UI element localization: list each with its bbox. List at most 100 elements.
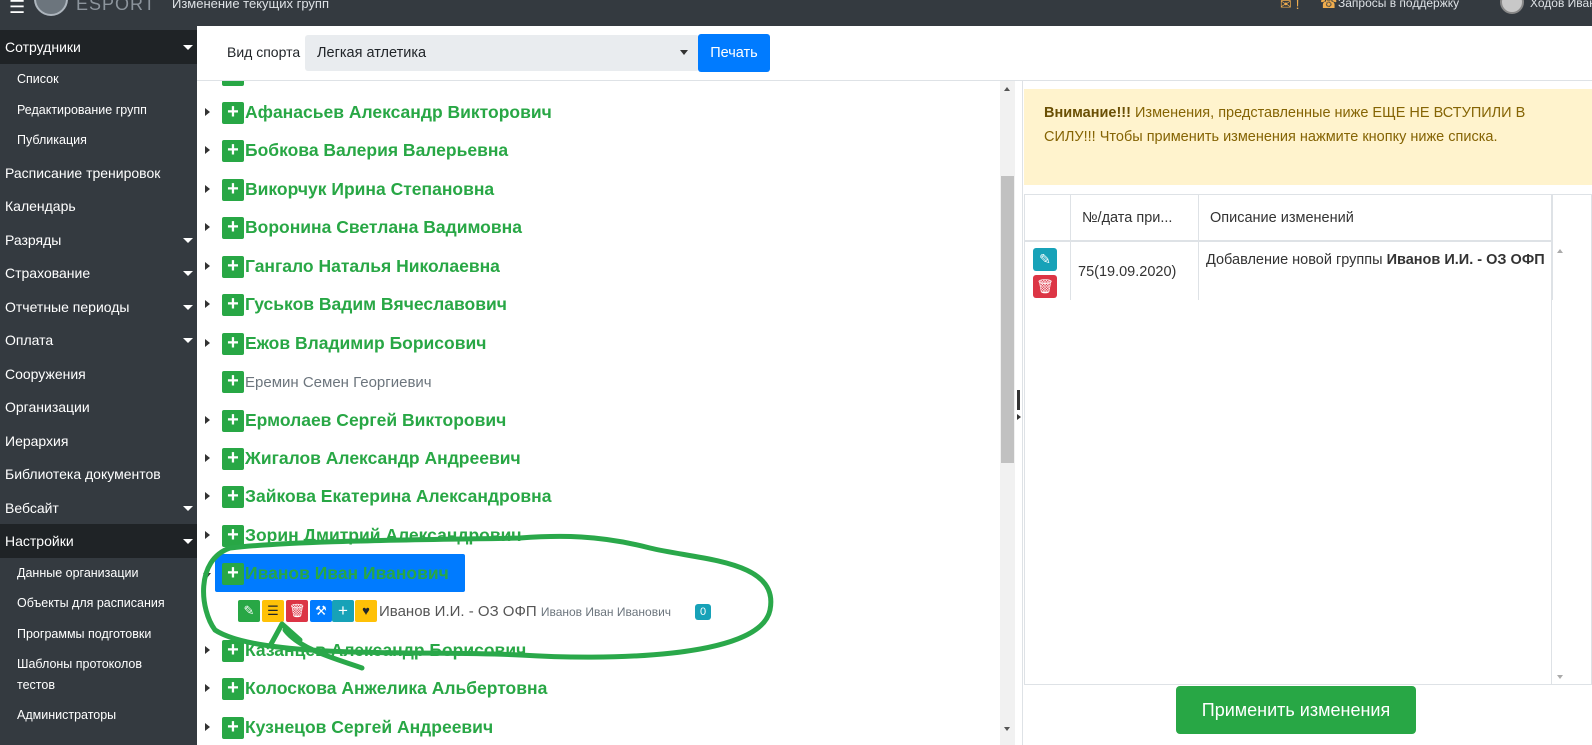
coach-name[interactable]: Ежов Владимир Борисович: [245, 333, 486, 354]
sidebar-subitem-edit-groups[interactable]: Редактирование групп: [0, 100, 197, 121]
expand-icon[interactable]: [205, 262, 210, 270]
sidebar-item-schedule[interactable]: Расписание тренировок: [0, 156, 197, 190]
plus-icon[interactable]: +: [222, 678, 244, 700]
scroll-up-icon[interactable]: [1557, 249, 1563, 253]
sidebar-subitem-publication[interactable]: Публикация: [0, 130, 197, 151]
plus-icon[interactable]: +: [222, 640, 244, 662]
expand-icon[interactable]: [205, 416, 210, 424]
edit-icon[interactable]: ✎: [1033, 248, 1057, 271]
coach-name[interactable]: Зайкова Екатерина Александровна: [245, 486, 551, 507]
plus-icon[interactable]: +: [332, 600, 354, 622]
coach-name[interactable]: Бобкова Валерия Валерьевна: [245, 140, 508, 161]
caret-right-icon[interactable]: [1017, 414, 1021, 420]
tree-row[interactable]: + Еремин Семен Георгиевич: [197, 366, 997, 396]
expand-icon[interactable]: [205, 454, 210, 462]
coach-name[interactable]: Еремин Семен Георгиевич: [245, 374, 432, 391]
panel-splitter[interactable]: [1017, 390, 1020, 410]
print-button[interactable]: Печать: [698, 34, 770, 72]
scroll-down-icon[interactable]: [1004, 727, 1010, 731]
coach-name[interactable]: Колоскова Анжелика Альбертовна: [245, 678, 547, 699]
tree-row[interactable]: + Викорчук Ирина Степановна: [197, 174, 997, 204]
expand-icon[interactable]: [205, 185, 210, 193]
coach-name[interactable]: Казанцев Александр Борисович: [245, 640, 526, 661]
plus-icon[interactable]: +: [222, 179, 244, 201]
sidebar-item-calendar[interactable]: Календарь: [0, 189, 197, 223]
tree-row[interactable]: + Зайкова Екатерина Александровна: [197, 481, 997, 511]
plus-icon[interactable]: +: [222, 140, 244, 162]
user-name[interactable]: Ходов Иван: [1530, 0, 1592, 10]
support-icon[interactable]: ☎: [1320, 0, 1337, 12]
trash-icon[interactable]: 🗑: [1033, 275, 1057, 298]
coach-name[interactable]: Ермолаев Сергей Викторович: [245, 410, 506, 431]
sidebar-item-organizations[interactable]: Организации: [0, 390, 197, 424]
sidebar-item-ranks[interactable]: Разряды: [0, 223, 197, 257]
plus-icon[interactable]: +: [222, 563, 244, 585]
sidebar-subitem-programs[interactable]: Программы подготовки: [0, 624, 197, 645]
scroll-up-icon[interactable]: [1004, 87, 1010, 91]
plus-icon[interactable]: +: [222, 410, 244, 432]
coach-name[interactable]: Гуськов Вадим Вячеславович: [245, 294, 507, 315]
tree-row[interactable]: + Гангало Наталья Николаевна: [197, 251, 997, 281]
expand-icon[interactable]: [205, 646, 210, 654]
plus-icon[interactable]: +: [222, 371, 244, 393]
tree-scrollbar[interactable]: [1000, 81, 1015, 745]
expand-icon[interactable]: [205, 492, 210, 500]
tree-row[interactable]: + Ежов Владимир Борисович: [197, 328, 997, 358]
avatar[interactable]: [1500, 0, 1524, 14]
tree-row[interactable]: + Ермолаев Сергей Викторович: [197, 405, 997, 435]
sidebar-item-report-periods[interactable]: Отчетные периоды: [0, 290, 197, 324]
sidebar-subitem-schedule-objects[interactable]: Объекты для расписания: [0, 593, 197, 614]
plus-icon[interactable]: +: [222, 217, 244, 239]
plus-icon[interactable]: +: [222, 294, 244, 316]
expand-icon[interactable]: [205, 339, 210, 347]
plus-icon[interactable]: +: [222, 256, 244, 278]
sidebar-item-website[interactable]: Вебсайт: [0, 491, 197, 525]
coach-name[interactable]: Иванов Иван Иванович: [245, 563, 449, 584]
tree-row[interactable]: + Казанцев Александр Борисович: [197, 635, 997, 665]
plus-icon[interactable]: +: [222, 448, 244, 470]
expand-icon[interactable]: [205, 300, 210, 308]
heartbeat-icon[interactable]: ♥: [355, 600, 377, 622]
group-title[interactable]: Иванов И.И. - ОЗ ОФП Иванов Иван Иванови…: [379, 603, 671, 620]
expand-icon[interactable]: [205, 223, 210, 231]
plus-icon[interactable]: +: [222, 81, 244, 86]
coach-name[interactable]: Жигалов Александр Андреевич: [245, 448, 521, 469]
sidebar-item-payment[interactable]: Оплата: [0, 323, 197, 357]
expand-icon[interactable]: [205, 108, 210, 116]
support-link[interactable]: Запросы в поддержку: [1338, 0, 1459, 10]
edit-icon[interactable]: ✎: [238, 600, 260, 622]
plus-icon[interactable]: +: [222, 333, 244, 355]
sidebar-item-hierarchy[interactable]: Иерархия: [0, 424, 197, 458]
sidebar-subitem-list[interactable]: Список: [0, 69, 197, 90]
coach-name[interactable]: Воронина Светлана Вадимовна: [245, 217, 522, 238]
scroll-thumb[interactable]: [1001, 176, 1014, 463]
wrench-icon[interactable]: ⚒: [310, 600, 332, 622]
tree-row[interactable]: + Бобкова Валерия Валерьевна: [197, 135, 997, 165]
sidebar-item-doc-library[interactable]: Библиотека документов: [0, 457, 197, 491]
coach-name[interactable]: Афанасьев Александр Викторович: [245, 102, 552, 123]
tree-row-selected[interactable]: + Иванов Иван Иванович: [197, 554, 997, 592]
expand-icon[interactable]: [205, 723, 210, 731]
sidebar-item-settings[interactable]: Настройки: [0, 524, 197, 558]
tree-row[interactable]: + Афанасьев Александр Викторович: [197, 97, 997, 127]
coach-name[interactable]: Викорчук Ирина Степановна: [245, 179, 494, 200]
table-scrollbar[interactable]: [1551, 194, 1568, 685]
expand-icon[interactable]: [205, 684, 210, 692]
sidebar-item-employees[interactable]: Сотрудники: [0, 30, 197, 64]
table-header-description[interactable]: Описание изменений: [1198, 195, 1552, 242]
menu-icon[interactable]: ☰: [9, 0, 25, 18]
trash-icon[interactable]: 🗑: [286, 600, 308, 622]
expand-icon[interactable]: [205, 146, 210, 154]
tree-row[interactable]: + Кузнецов Сергей Андреевич: [197, 712, 997, 742]
plus-icon[interactable]: +: [222, 525, 244, 547]
coach-name[interactable]: Зорин Дмитрий Александрович: [245, 525, 522, 546]
plus-icon[interactable]: +: [222, 486, 244, 508]
coach-name[interactable]: Гангало Наталья Николаевна: [245, 256, 500, 277]
sidebar-subitem-admins[interactable]: Администраторы: [0, 705, 197, 726]
list-icon[interactable]: ☰: [262, 600, 284, 622]
tree-row[interactable]: + Колоскова Анжелика Альбертовна: [197, 673, 997, 703]
plus-icon[interactable]: +: [222, 717, 244, 739]
sidebar-item-facilities[interactable]: Сооружения: [0, 357, 197, 391]
mail-icon[interactable]: ✉ !: [1280, 0, 1300, 13]
expand-icon[interactable]: [205, 531, 210, 539]
